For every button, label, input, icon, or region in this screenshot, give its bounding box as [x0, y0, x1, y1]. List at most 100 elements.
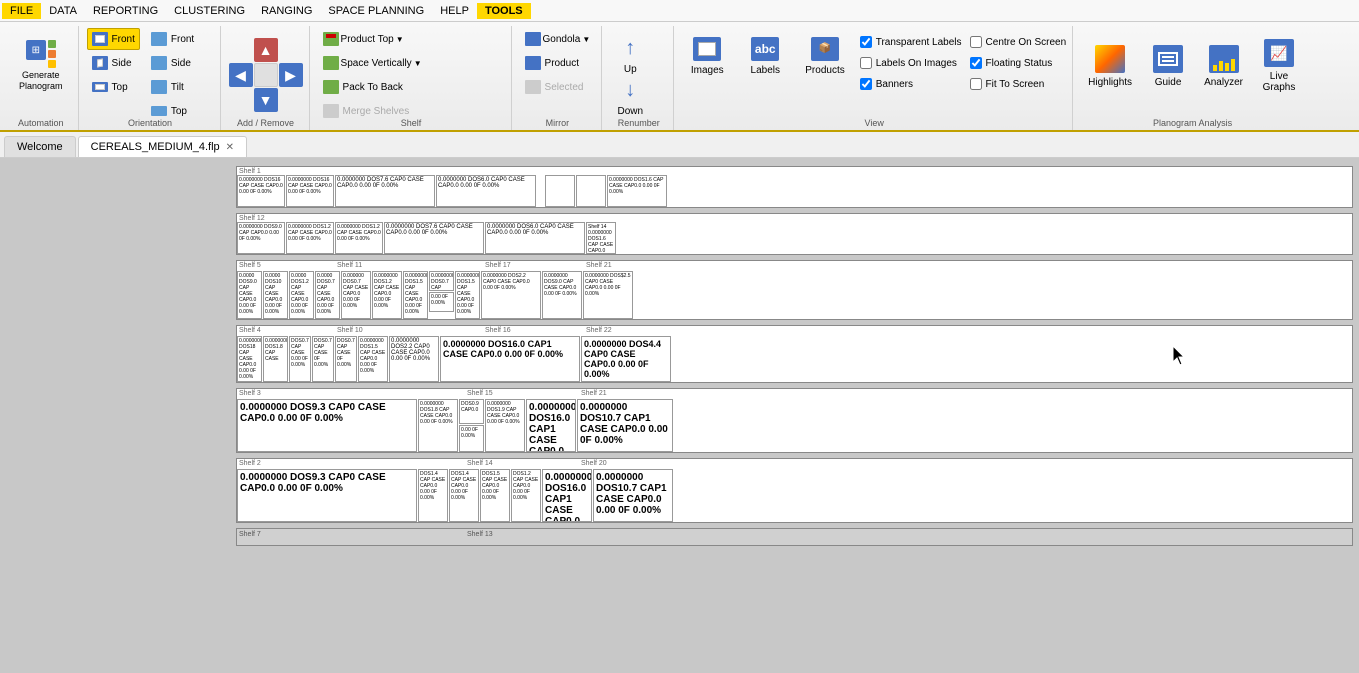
product-top-button[interactable]: Product Top ▼: [318, 28, 409, 50]
product-cell: 0.0000000 DOS1.5 CAP CASE CAP0.0 0.00 0F…: [403, 271, 428, 319]
front-button[interactable]: Front: [87, 28, 140, 50]
product-cell-xl3: 0.0000000 DOS16.0 CAP1 CASE CAP0.0 0.00 …: [526, 399, 576, 452]
top-button[interactable]: Top: [87, 76, 140, 98]
shelf-22-label: Shelf 22: [586, 327, 612, 334]
menu-file[interactable]: FILE: [2, 3, 41, 19]
banners-checkbox[interactable]: [860, 78, 872, 90]
add-left-button[interactable]: ◀: [229, 63, 253, 87]
live-graphs-button[interactable]: 📈 LiveGraphs: [1254, 28, 1304, 104]
shelf-21b-label: Shelf 21: [581, 390, 607, 397]
shelf-11-label: Shelf 11: [337, 262, 362, 269]
generate-planogram-button[interactable]: ⊞ GeneratePlanogram: [10, 28, 72, 104]
group-shelf: Product Top ▼ Space Vertically ▼ Pack To…: [312, 26, 512, 130]
product-cell: 0.0000000 DOS9.0 CAP CAP0.0 0.00 0F 0.00…: [237, 222, 285, 254]
group-automation: ⊞ GeneratePlanogram Automation: [4, 26, 79, 130]
banners-row: Banners: [860, 74, 962, 94]
images-icon: [693, 37, 721, 61]
menu-tools[interactable]: TOOLS: [477, 3, 531, 19]
product-cell-big: 0.0000000 DOS2.2 CAP0 CASE CAP0.0 0.00 0…: [481, 271, 541, 319]
top-icon: [92, 82, 108, 92]
guide-button[interactable]: Guide: [1143, 28, 1193, 104]
gondola-button[interactable]: Gondola ▼: [520, 28, 596, 50]
menu-space-planning[interactable]: SPACE PLANNING: [320, 3, 432, 19]
transparent-labels-checkbox[interactable]: [860, 36, 872, 48]
product-cell: 0.0000 DOS10 CAP CASE CAP0.0 0.00 0F 0.0…: [263, 271, 288, 319]
product-cell: 0.0000000 DOS16 CAP CASE CAP0.0 0.00 0F …: [286, 175, 334, 207]
tilt-icon: [151, 80, 167, 94]
down-label: Down: [617, 106, 643, 117]
menu-help[interactable]: HELP: [432, 3, 477, 19]
add-up-button[interactable]: ▲: [254, 38, 278, 62]
product-cell: 0.0000000 DOS6.0 CAP0 CASE CAP0.0 0.00 0…: [436, 175, 536, 207]
side2-button[interactable]: Side: [146, 52, 199, 74]
add-left-icon: ◀: [235, 67, 246, 84]
products-button[interactable]: 📦 Products: [798, 28, 851, 84]
merge-shelves-icon: [323, 104, 339, 118]
product-cell-xl2: 0.0000000 DOS4.4 CAP0 CASE CAP0.0 0.00 0…: [581, 336, 671, 382]
top2-icon: [151, 106, 167, 116]
floating-status-checkbox[interactable]: [970, 57, 982, 69]
side-button[interactable]: Side: [87, 52, 140, 74]
labels-button[interactable]: abc Labels: [740, 28, 790, 84]
product-cell: DOS0.7 CAP CASE 0F 0.00%: [335, 336, 357, 382]
product-mirror-button[interactable]: Product: [520, 52, 584, 74]
product-cell: 0.0000000 DOS6.0 CAP0 CASE CAP0.0 0.00 0…: [485, 222, 585, 254]
front2-button[interactable]: Front: [146, 28, 199, 50]
product-mirror-icon: [525, 56, 541, 70]
tilt-button[interactable]: Tilt: [146, 76, 199, 98]
group-mirror: Gondola ▼ Product Selected Mirror: [514, 26, 603, 130]
tab-cereals[interactable]: CEREALS_MEDIUM_4.flp ✕: [78, 136, 247, 157]
up-button[interactable]: ↑ Up: [610, 38, 650, 74]
add-down-icon: ▼: [259, 92, 273, 108]
shelf-10-label: Shelf 10: [337, 327, 363, 334]
analyzer-button[interactable]: Analyzer: [1197, 28, 1250, 104]
pack-to-back-button[interactable]: Pack To Back: [318, 76, 408, 98]
selected-button[interactable]: Selected: [520, 76, 589, 98]
menu-reporting[interactable]: REPORTING: [85, 3, 166, 19]
product-cell-xl4: 0.0000000 DOS10.7 CAP1 CASE CAP0.0 0.00 …: [577, 399, 673, 452]
highlights-button[interactable]: Highlights: [1081, 28, 1139, 104]
side-panel: [0, 158, 230, 673]
space-vertically-button[interactable]: Space Vertically ▼: [318, 52, 427, 74]
product-cell: 0.0000000 DOS1.5 CAP CASE CAP0.0 0.00 0F…: [455, 271, 480, 319]
gondola-arrow: ▼: [582, 35, 590, 44]
product-cell-empty2: [576, 175, 606, 207]
menu-ranging[interactable]: RANGING: [253, 3, 320, 19]
products-label: Products: [805, 65, 844, 76]
shelf-17-label: Shelf 17: [485, 262, 511, 269]
product-cell: DOS0.7 CAP CASE 0F 0.00%: [312, 336, 334, 382]
menu-data[interactable]: DATA: [41, 3, 85, 19]
images-button[interactable]: Images: [682, 28, 732, 84]
shelf-row-6: Shelf 2 Shelf 14 Shelf 20 0.0000000 DOS9…: [236, 458, 1353, 523]
product-cell: DOS1.2 CAP CASE CAP0.0 0.00 0F 0.00%: [511, 469, 541, 522]
tab-welcome-label: Welcome: [17, 141, 63, 153]
shelf-row-1: Shelf 1 0.0000000 DOS16 CAP CASE CAP0.0 …: [236, 166, 1353, 208]
product-cell: Shelf 140.0000000 DOS1.6 CAP CASE CAP0.0…: [586, 222, 616, 254]
product-cell-empty: [545, 175, 575, 207]
add-right-button[interactable]: ▶: [279, 63, 303, 87]
menu-clustering[interactable]: CLUSTERING: [166, 3, 253, 19]
product-cell-large: 0.0000000 DOS2.2 CAP0 CASE CAP0.0 0.00 0…: [389, 336, 439, 382]
product-cell: 0.0000000 DOS1.2 CAP CASE CAP0.0 0.00 0F…: [286, 222, 334, 254]
ribbon: ⊞ GeneratePlanogram Automation: [0, 22, 1359, 132]
product-cell: 0.000000 DOS0.7 CAP CASE CAP0.0 0.00 0F …: [341, 271, 371, 319]
menu-bar: FILE DATA REPORTING CLUSTERING RANGING S…: [0, 0, 1359, 22]
main-area: Shelf 1 0.0000000 DOS16 CAP CASE CAP0.0 …: [0, 158, 1359, 673]
add-right-icon: ▶: [285, 67, 296, 84]
planogram-canvas[interactable]: Shelf 1 0.0000000 DOS16 CAP CASE CAP0.0 …: [230, 158, 1359, 673]
shelf-16-label: Shelf 16: [485, 327, 511, 334]
shelf-14-label: Shelf 14: [467, 460, 493, 467]
product-cell: DOS0.9 CAP0.0: [459, 399, 484, 424]
product-cell: DOS1.4 CAP CASE CAP0.0 0.00 0F 0.00%: [449, 469, 479, 522]
add-down-button[interactable]: ▼: [254, 88, 278, 112]
tab-welcome[interactable]: Welcome: [4, 136, 76, 157]
shelf-5-label: Shelf 5: [239, 262, 261, 269]
live-graphs-icon: 📈: [1264, 39, 1294, 67]
centre-on-screen-checkbox[interactable]: [970, 36, 982, 48]
labels-on-images-checkbox[interactable]: [860, 57, 872, 69]
shelf-row-5: Shelf 3 Shelf 15 Shelf 21 0.0000000 DOS9…: [236, 388, 1353, 453]
down-button[interactable]: ↓ Down: [610, 80, 650, 116]
tab-cereals-close[interactable]: ✕: [226, 142, 234, 153]
down-icon: ↓: [625, 79, 635, 102]
fit-to-screen-checkbox[interactable]: [970, 78, 982, 90]
